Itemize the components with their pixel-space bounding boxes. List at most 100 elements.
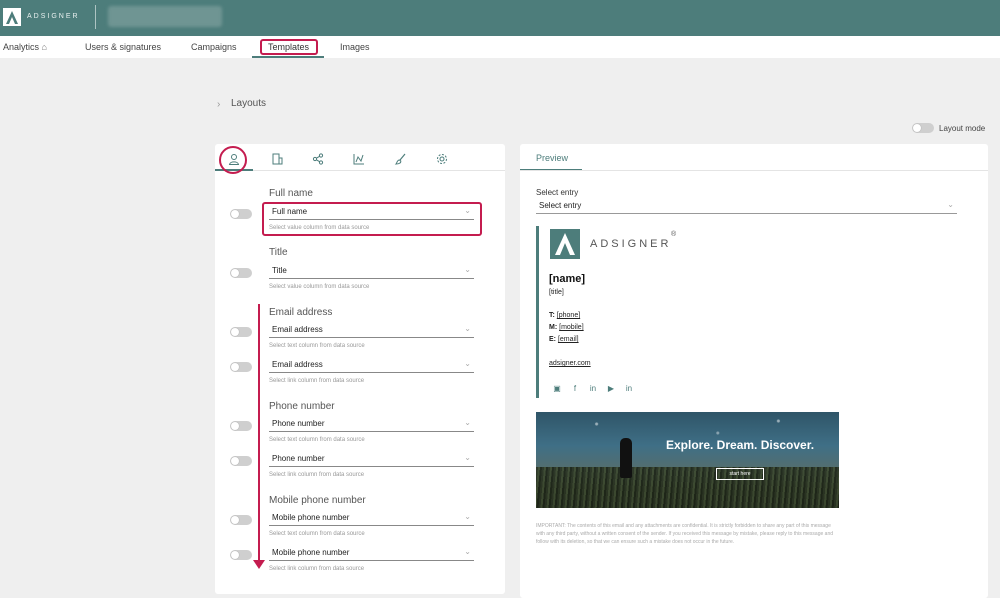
nav-campaigns[interactable]: Campaigns (191, 42, 237, 52)
chevron-down-icon: ⌄ (464, 359, 471, 368)
chevron-right-icon: › (217, 99, 221, 110)
phone-text-select[interactable]: Phone number ⌄ (269, 418, 474, 432)
brush-icon[interactable] (394, 152, 408, 166)
field-title-title: Title (269, 247, 288, 258)
phone-link-toggle[interactable] (230, 456, 252, 466)
phone-link[interactable]: [phone] (557, 312, 580, 319)
mobile-link[interactable]: [mobile] (559, 324, 584, 331)
campaign-banner[interactable]: Explore. Dream. Discover. start here (536, 412, 839, 508)
signature-phone: T: [phone] (549, 312, 580, 319)
youtube-icon[interactable]: ▶ (606, 384, 616, 394)
chevron-down-icon: ⌄ (464, 453, 471, 462)
helper-text: Select text column from data source (269, 343, 365, 349)
signature-website[interactable]: adsigner.com (549, 360, 591, 367)
organization-selector[interactable] (108, 6, 222, 27)
title-select[interactable]: Title ⌄ (269, 265, 474, 279)
chevron-down-icon: ⌄ (464, 324, 471, 333)
mobile-prefix: M: (549, 324, 558, 331)
layout-mode-label: Layout mode (939, 124, 986, 133)
templates-highlight (260, 39, 318, 55)
linkedin-icon[interactable]: in (624, 384, 634, 394)
tabs-divider (520, 170, 988, 171)
nav-images[interactable]: Images (340, 42, 370, 52)
select-value: Phone number (272, 454, 325, 463)
email-text-select[interactable]: Email address ⌄ (269, 324, 474, 338)
top-bar: ADSIGNER (0, 0, 1000, 36)
select-value: Phone number (272, 419, 325, 428)
breadcrumb[interactable]: Layouts (231, 98, 266, 109)
nav-users-signatures[interactable]: Users & signatures (85, 42, 161, 52)
adsigner-logo-icon[interactable] (3, 8, 21, 26)
phone-text-toggle[interactable] (230, 421, 252, 431)
phone-prefix: T: (549, 312, 555, 319)
select-value: Mobile phone number (272, 548, 350, 557)
select-value: Email address (272, 325, 323, 334)
signature-email: E: [email] (549, 336, 579, 343)
select-value: Email address (272, 360, 323, 369)
email-link[interactable]: [email] (558, 336, 579, 343)
mobile-link-select[interactable]: Mobile phone number ⌄ (269, 547, 474, 561)
full-name-toggle[interactable] (230, 209, 252, 219)
building-icon[interactable] (270, 152, 284, 166)
field-title-phone: Phone number (269, 401, 335, 412)
instagram-icon[interactable]: ▣ (552, 384, 562, 394)
field-title-mobile: Mobile phone number (269, 495, 366, 506)
main-nav: Analytics ⌂ Users & signatures Campaigns… (0, 36, 1000, 58)
email-link-toggle[interactable] (230, 362, 252, 372)
signature-mobile: M: [mobile] (549, 324, 584, 331)
phone-link-select[interactable]: Phone number ⌄ (269, 453, 474, 467)
title-toggle[interactable] (230, 268, 252, 278)
select-value: Title (272, 266, 287, 275)
facebook-icon[interactable]: f (570, 384, 580, 394)
chevron-down-icon: ⌄ (464, 265, 471, 274)
helper-text: Select value column from data source (269, 284, 370, 290)
layout-mode-toggle[interactable] (912, 123, 934, 133)
chevron-down-icon: ⌄ (464, 547, 471, 556)
divider (95, 5, 96, 29)
select-value: Mobile phone number (272, 513, 350, 522)
field-title-email: Email address (269, 307, 333, 318)
editor-panel: Full name Full name ⌄ Select value colum… (215, 144, 505, 594)
nav-label: Analytics (3, 42, 40, 52)
tab-preview[interactable]: Preview (536, 153, 568, 163)
mobile-text-select[interactable]: Mobile phone number ⌄ (269, 512, 474, 526)
registered-mark: ® (671, 231, 677, 238)
banner-grass (536, 467, 839, 508)
chart-icon[interactable] (352, 152, 366, 166)
email-text-toggle[interactable] (230, 327, 252, 337)
mobile-link-toggle[interactable] (230, 550, 252, 560)
signature-accent-bar (536, 226, 539, 398)
email-prefix: E: (549, 336, 556, 343)
field-title-full-name: Full name (269, 188, 313, 199)
chevron-down-icon: ⌄ (464, 512, 471, 521)
chevron-down-icon: ⌄ (947, 200, 954, 209)
adsigner-logo-icon (550, 229, 580, 259)
helper-text: Select link column from data source (269, 566, 365, 572)
gear-icon[interactable] (435, 152, 449, 166)
signature-title: [title] (549, 289, 564, 296)
banner-button[interactable]: start here (716, 468, 764, 480)
banner-headline: Explore. Dream. Discover. (666, 438, 815, 452)
home-icon: ⌂ (41, 42, 47, 52)
preview-panel: Preview Select entry Select entry ⌄ ADSI… (520, 144, 988, 598)
email-link-select[interactable]: Email address ⌄ (269, 359, 474, 373)
disclaimer-text: IMPORTANT: The contents of this email an… (536, 523, 834, 545)
select-value: Select entry (539, 201, 582, 210)
banner-person (620, 438, 632, 478)
tabs-divider (215, 170, 505, 171)
scroll-arrow (258, 304, 260, 566)
share-icon[interactable] (311, 152, 325, 166)
signature-name: [name] (549, 273, 586, 285)
select-entry-dropdown[interactable]: Select entry ⌄ (536, 200, 957, 214)
helper-text: Select text column from data source (269, 437, 365, 443)
user-tab-highlight (219, 146, 247, 174)
active-tab-indicator (252, 56, 324, 58)
nav-analytics[interactable]: Analytics ⌂ (3, 42, 47, 52)
full-name-highlight (262, 202, 482, 236)
helper-text: Select text column from data source (269, 531, 365, 537)
brand-name: ADSIGNER (27, 13, 80, 20)
linkedin-icon[interactable]: in (588, 384, 598, 394)
helper-text: Select link column from data source (269, 472, 365, 478)
mobile-text-toggle[interactable] (230, 515, 252, 525)
arrow-down-icon (253, 560, 265, 569)
